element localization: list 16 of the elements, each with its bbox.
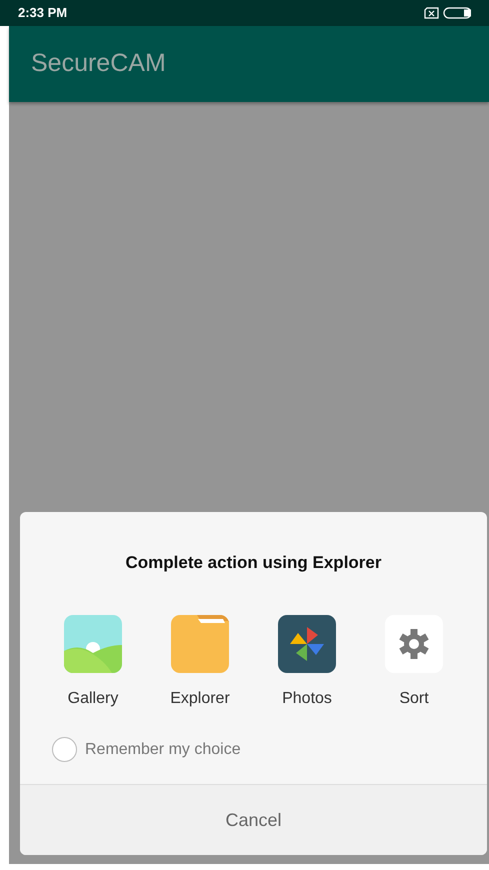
pinwheel-icon bbox=[278, 615, 336, 673]
remember-label: Remember my choice bbox=[85, 740, 241, 760]
battery-icon bbox=[443, 7, 471, 19]
app-option[interactable]: Sort bbox=[385, 615, 443, 711]
app-option[interactable]: Gallery bbox=[64, 615, 122, 711]
gallery-icon bbox=[64, 615, 122, 673]
app-option[interactable]: Photos bbox=[278, 615, 336, 711]
dialog-title: Complete action using Explorer bbox=[126, 552, 382, 572]
remember-radio[interactable] bbox=[52, 737, 77, 762]
gear-icon bbox=[385, 615, 443, 673]
app-option[interactable]: Explorer bbox=[170, 615, 230, 711]
folder-icon bbox=[170, 615, 229, 673]
app-title: SecureCAM bbox=[31, 48, 166, 80]
status-time: 2:33 PM bbox=[18, 4, 68, 22]
cancel-button[interactable]: Cancel bbox=[20, 784, 487, 855]
sim-icon bbox=[424, 7, 439, 19]
